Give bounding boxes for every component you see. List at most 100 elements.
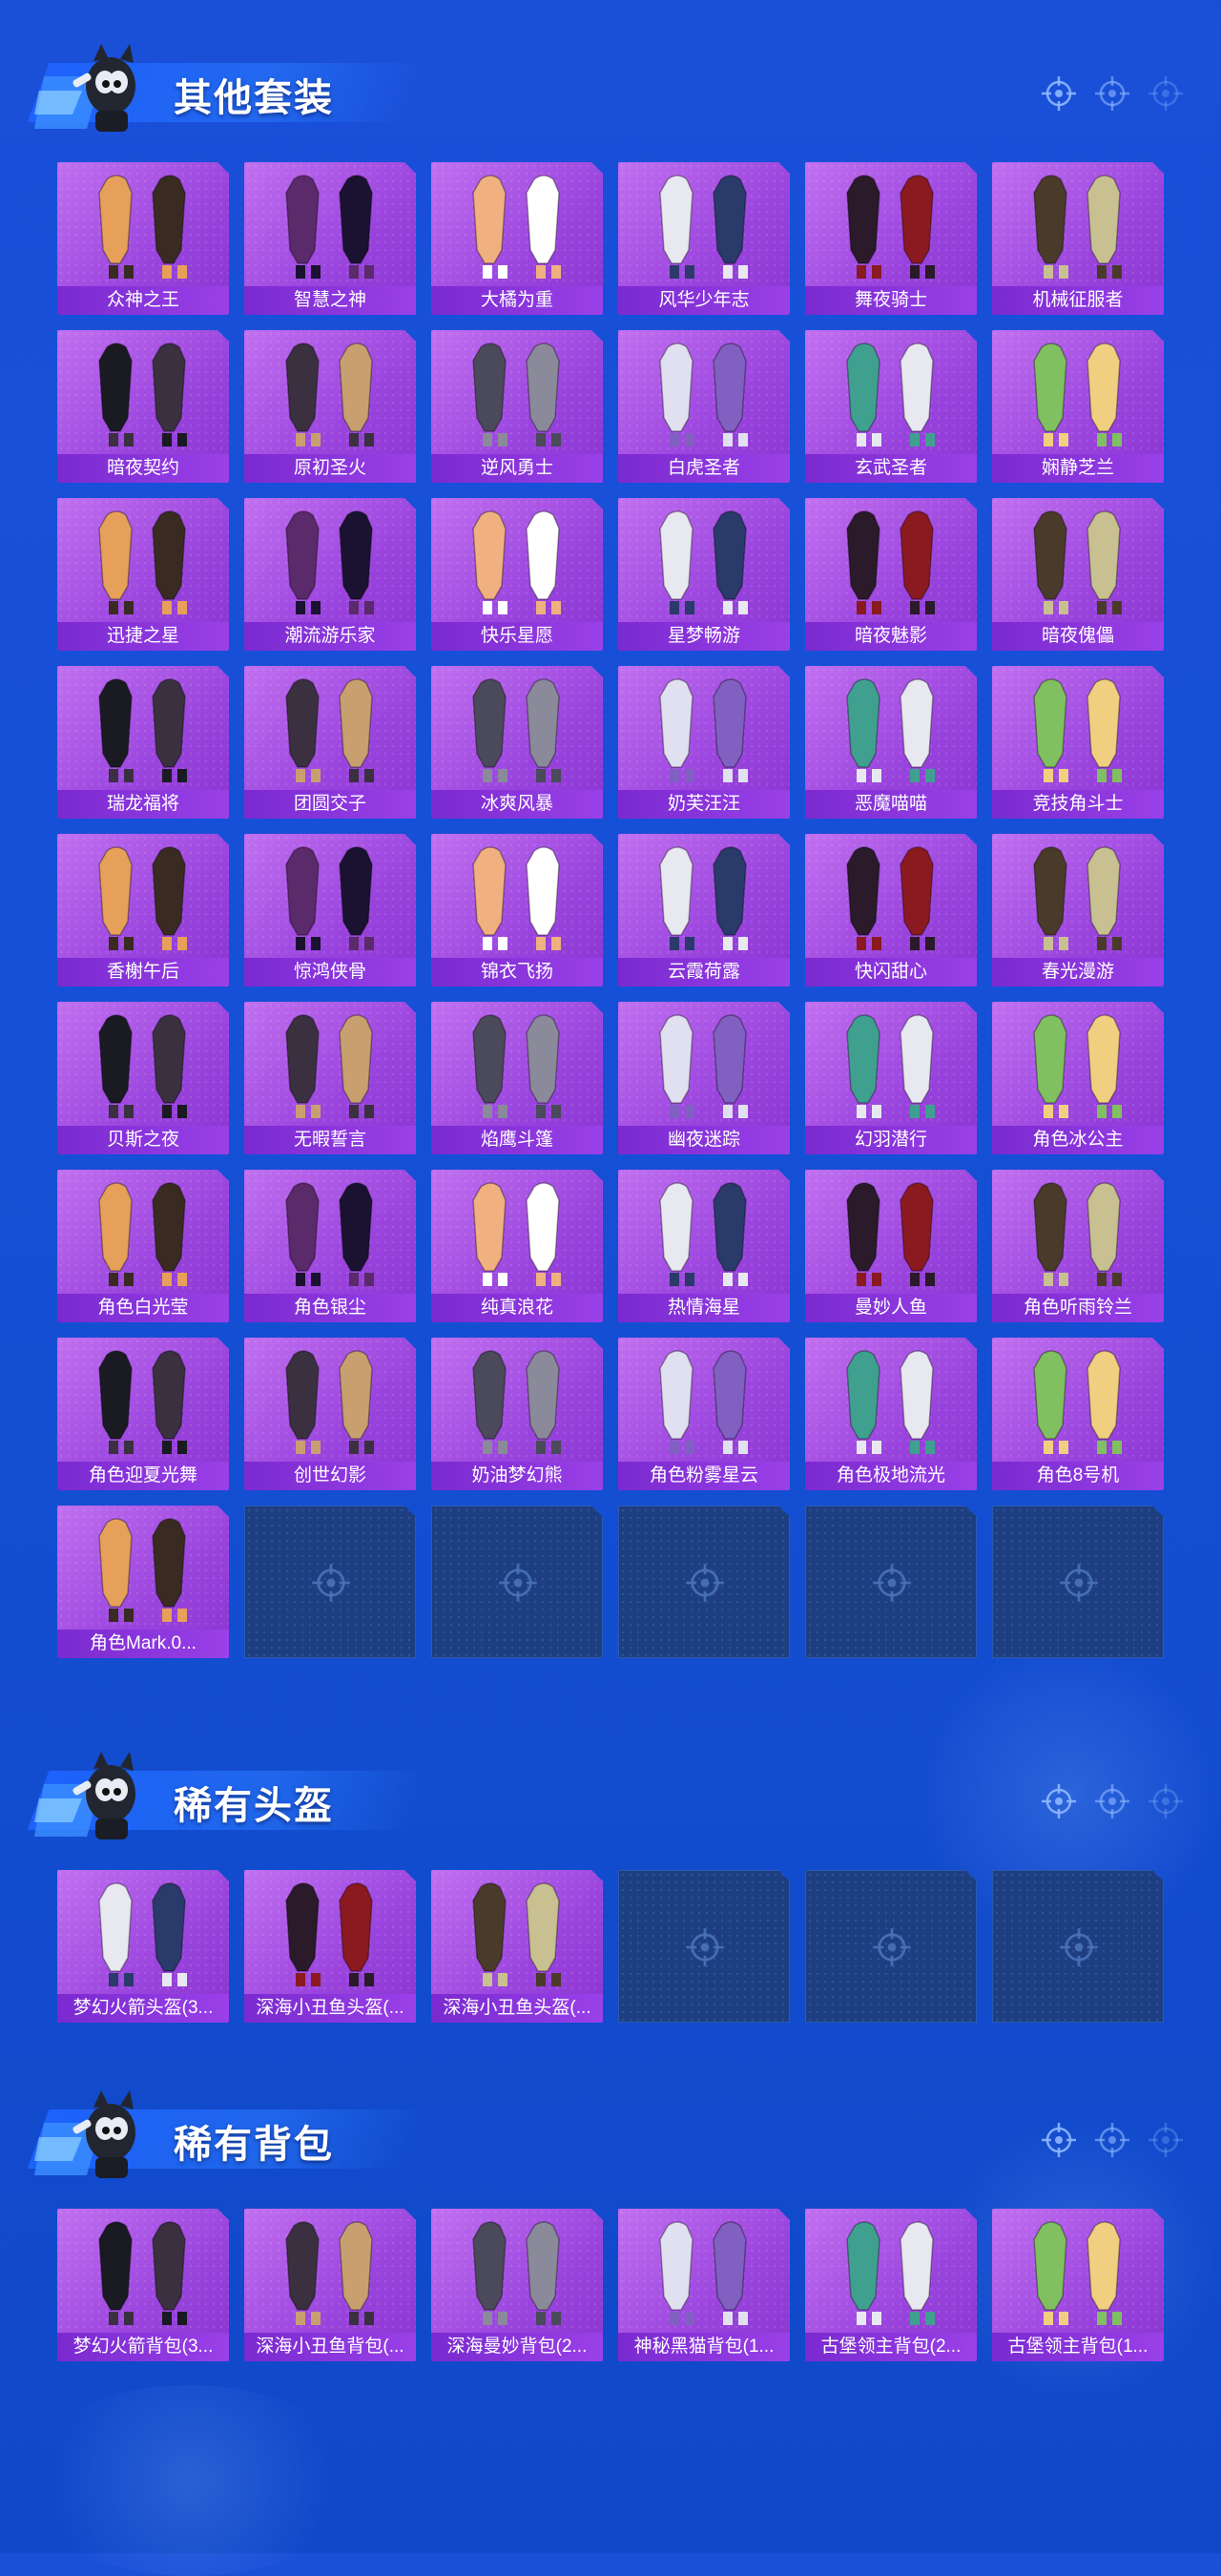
item-label: 舞夜骑士 (805, 286, 977, 315)
item-card[interactable]: 快乐星愿 (431, 498, 603, 651)
item-card[interactable]: 舞夜骑士 (805, 162, 977, 315)
item-card[interactable]: 逆风勇士 (431, 330, 603, 483)
item-label: 角色8号机 (992, 1462, 1164, 1490)
item-label: 无暇誓言 (244, 1126, 416, 1154)
item-card[interactable]: 幽夜迷踪 (618, 1002, 790, 1154)
crosshair-icon (1040, 74, 1078, 113)
item-image (244, 330, 416, 454)
item-card[interactable]: 快闪甜心 (805, 834, 977, 987)
item-card[interactable]: 冰爽风暴 (431, 666, 603, 819)
decoration-icons (1040, 74, 1185, 113)
item-image (992, 2209, 1164, 2333)
item-card[interactable]: 幻羽潜行 (805, 1002, 977, 1154)
item-card[interactable]: 深海小丑鱼头盔(... (244, 1870, 416, 2023)
item-card[interactable]: 梦幻火箭头盔(3... (57, 1870, 229, 2023)
item-image (805, 1002, 977, 1126)
item-label: 角色极地流光 (805, 1462, 977, 1490)
crosshair-icon (312, 1564, 350, 1602)
item-label: 惊鸿侠骨 (244, 958, 416, 987)
item-card[interactable]: 机械征服者 (992, 162, 1164, 315)
item-card[interactable]: 角色迎夏光舞 (57, 1338, 229, 1490)
item-grid: 众神之王 智慧之神 大橘为重 风华少年志 舞夜骑士 机械征服者 暗夜契约 原初圣… (57, 162, 1164, 1658)
item-card[interactable]: 恶魔喵喵 (805, 666, 977, 819)
item-label: 创世幻影 (244, 1462, 416, 1490)
item-card[interactable]: 暗夜魅影 (805, 498, 977, 651)
item-label: 贝斯之夜 (57, 1126, 229, 1154)
crosshair-icon (1060, 1928, 1098, 1966)
item-card[interactable]: 原初圣火 (244, 330, 416, 483)
item-card[interactable]: 纯真浪花 (431, 1170, 603, 1322)
item-card[interactable]: 深海曼妙背包(2... (431, 2209, 603, 2361)
background-glow (19, 2385, 362, 2576)
item-card[interactable]: 神秘黑猫背包(1... (618, 2209, 790, 2361)
item-card[interactable]: 白虎圣者 (618, 330, 790, 483)
section-title: 其他套装 (174, 77, 334, 119)
item-card[interactable]: 角色极地流光 (805, 1338, 977, 1490)
item-card[interactable]: 奶芙汪汪 (618, 666, 790, 819)
item-card[interactable]: 深海小丑鱼头盔(... (431, 1870, 603, 2023)
item-card[interactable]: 角色Mark.0... (57, 1506, 229, 1658)
item-label: 玄武圣者 (805, 454, 977, 483)
item-image (618, 162, 790, 286)
crosshair-icon (1093, 1782, 1131, 1820)
item-label: 白虎圣者 (618, 454, 790, 483)
item-label: 潮流游乐家 (244, 622, 416, 651)
item-card[interactable]: 角色8号机 (992, 1338, 1164, 1490)
item-card[interactable]: 角色银尘 (244, 1170, 416, 1322)
item-label: 深海曼妙背包(2... (431, 2333, 603, 2361)
item-card[interactable]: 暗夜契约 (57, 330, 229, 483)
crosshair-icon (1040, 1782, 1078, 1820)
item-card[interactable]: 娴静芝兰 (992, 330, 1164, 483)
item-card[interactable]: 古堡领主背包(2... (805, 2209, 977, 2361)
item-image (431, 1338, 603, 1462)
section-3: 稀有背包 梦幻火箭背包(3... 深海小丑鱼背包(... 深海曼妙背包(2...… (0, 2075, 1221, 2361)
item-image (992, 1170, 1164, 1294)
item-card[interactable]: 潮流游乐家 (244, 498, 416, 651)
item-card[interactable]: 角色冰公主 (992, 1002, 1164, 1154)
item-card[interactable]: 香榭午后 (57, 834, 229, 987)
item-label: 香榭午后 (57, 958, 229, 987)
item-card[interactable]: 锦衣飞扬 (431, 834, 603, 987)
item-image (431, 2209, 603, 2333)
item-label: 奶油梦幻熊 (431, 1462, 603, 1490)
item-card[interactable]: 惊鸿侠骨 (244, 834, 416, 987)
item-card[interactable]: 热情海星 (618, 1170, 790, 1322)
item-label: 角色粉雾星云 (618, 1462, 790, 1490)
item-card[interactable]: 风华少年志 (618, 162, 790, 315)
item-card[interactable]: 智慧之神 (244, 162, 416, 315)
item-card[interactable]: 曼妙人鱼 (805, 1170, 977, 1322)
item-image (244, 666, 416, 790)
item-card[interactable]: 角色白光莹 (57, 1170, 229, 1322)
item-card[interactable]: 星梦畅游 (618, 498, 790, 651)
item-image (992, 162, 1164, 286)
item-card[interactable]: 角色粉雾星云 (618, 1338, 790, 1490)
item-card[interactable]: 大橘为重 (431, 162, 603, 315)
item-label: 锦衣飞扬 (431, 958, 603, 987)
item-card[interactable]: 春光漫游 (992, 834, 1164, 987)
item-card[interactable]: 创世幻影 (244, 1338, 416, 1490)
item-image (57, 2209, 229, 2333)
item-card[interactable]: 玄武圣者 (805, 330, 977, 483)
item-label: 智慧之神 (244, 286, 416, 315)
item-card[interactable]: 瑞龙福将 (57, 666, 229, 819)
item-card[interactable]: 众神之王 (57, 162, 229, 315)
decoration-icons (1040, 2121, 1185, 2159)
item-card[interactable]: 无暇誓言 (244, 1002, 416, 1154)
item-card[interactable]: 贝斯之夜 (57, 1002, 229, 1154)
item-card[interactable]: 角色听雨铃兰 (992, 1170, 1164, 1322)
item-card[interactable]: 奶油梦幻熊 (431, 1338, 603, 1490)
item-card[interactable]: 暗夜傀儡 (992, 498, 1164, 651)
item-image (57, 834, 229, 958)
item-label: 角色白光莹 (57, 1294, 229, 1322)
item-card[interactable]: 梦幻火箭背包(3... (57, 2209, 229, 2361)
crosshair-icon (1147, 2121, 1185, 2159)
item-card[interactable]: 古堡领主背包(1... (992, 2209, 1164, 2361)
item-card[interactable]: 团圆交子 (244, 666, 416, 819)
item-image (618, 1002, 790, 1126)
crosshair-icon (1147, 74, 1185, 113)
item-card[interactable]: 竞技角斗士 (992, 666, 1164, 819)
item-card[interactable]: 焰鹰斗篷 (431, 1002, 603, 1154)
item-card[interactable]: 云霞荷露 (618, 834, 790, 987)
item-card[interactable]: 迅捷之星 (57, 498, 229, 651)
item-card[interactable]: 深海小丑鱼背包(... (244, 2209, 416, 2361)
